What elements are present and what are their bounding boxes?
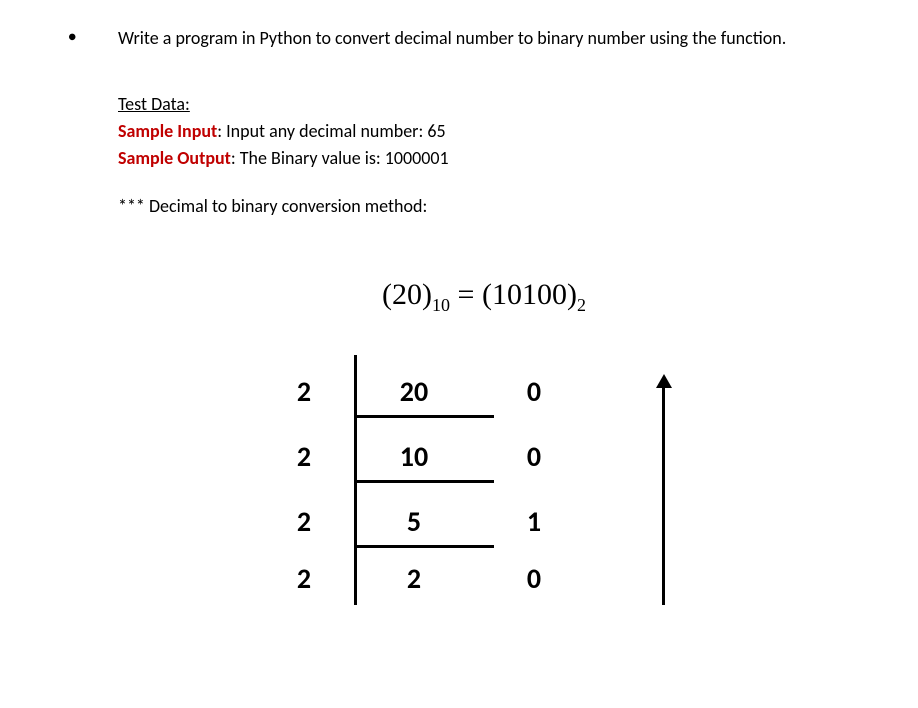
quotient-cell: 5 xyxy=(354,500,474,545)
test-data-heading: Test Data: xyxy=(118,91,878,118)
division-row: 2 2 0 xyxy=(254,555,714,605)
question-text: Write a program in Python to convert dec… xyxy=(118,20,878,56)
conversion-equation: (20)10 = (10100)2 xyxy=(90,271,878,320)
divisor-cell: 2 xyxy=(254,370,354,415)
read-direction-arrow xyxy=(654,370,674,605)
horizontal-divider xyxy=(354,480,494,483)
division-diagram: 2 20 0 2 10 0 2 5 1 2 2 0 xyxy=(254,350,714,605)
sample-input-label: Sample Input xyxy=(118,120,217,142)
divisor-cell: 2 xyxy=(254,557,354,602)
sample-input-line: Sample Input: Input any decimal number: … xyxy=(118,118,878,145)
remainder-cell: 0 xyxy=(474,435,574,480)
eq-equals: = xyxy=(450,278,482,311)
sample-output-text: : The Binary value is: 1000001 xyxy=(231,147,449,169)
eq-left-num: (20) xyxy=(382,278,432,311)
test-data-label: Test Data: xyxy=(118,93,190,115)
remainder-cell: 0 xyxy=(474,370,574,415)
horizontal-divider xyxy=(354,545,494,548)
horizontal-divider xyxy=(354,415,494,418)
quotient-cell: 10 xyxy=(354,435,474,480)
sample-input-text: : Input any decimal number: 65 xyxy=(217,120,445,142)
method-note: *** Decimal to binary conversion method: xyxy=(118,192,878,221)
sample-output-line: Sample Output: The Binary value is: 1000… xyxy=(118,145,878,172)
sample-output-label: Sample Output xyxy=(118,147,231,169)
arrow-stem xyxy=(662,380,665,605)
eq-right-sub: 2 xyxy=(577,295,586,315)
quotient-cell: 20 xyxy=(354,370,474,415)
quotient-cell: 2 xyxy=(354,557,474,602)
remainder-cell: 1 xyxy=(474,500,574,545)
remainder-cell: 0 xyxy=(474,557,574,602)
divisor-cell: 2 xyxy=(254,435,354,480)
question-item: ● Write a program in Python to convert d… xyxy=(90,20,878,56)
divisor-cell: 2 xyxy=(254,500,354,545)
eq-left-sub: 10 xyxy=(432,295,450,315)
bullet-icon: ● xyxy=(68,26,76,48)
eq-right-num: (10100) xyxy=(482,278,577,311)
test-data-block: Test Data: Sample Input: Input any decim… xyxy=(118,91,878,172)
